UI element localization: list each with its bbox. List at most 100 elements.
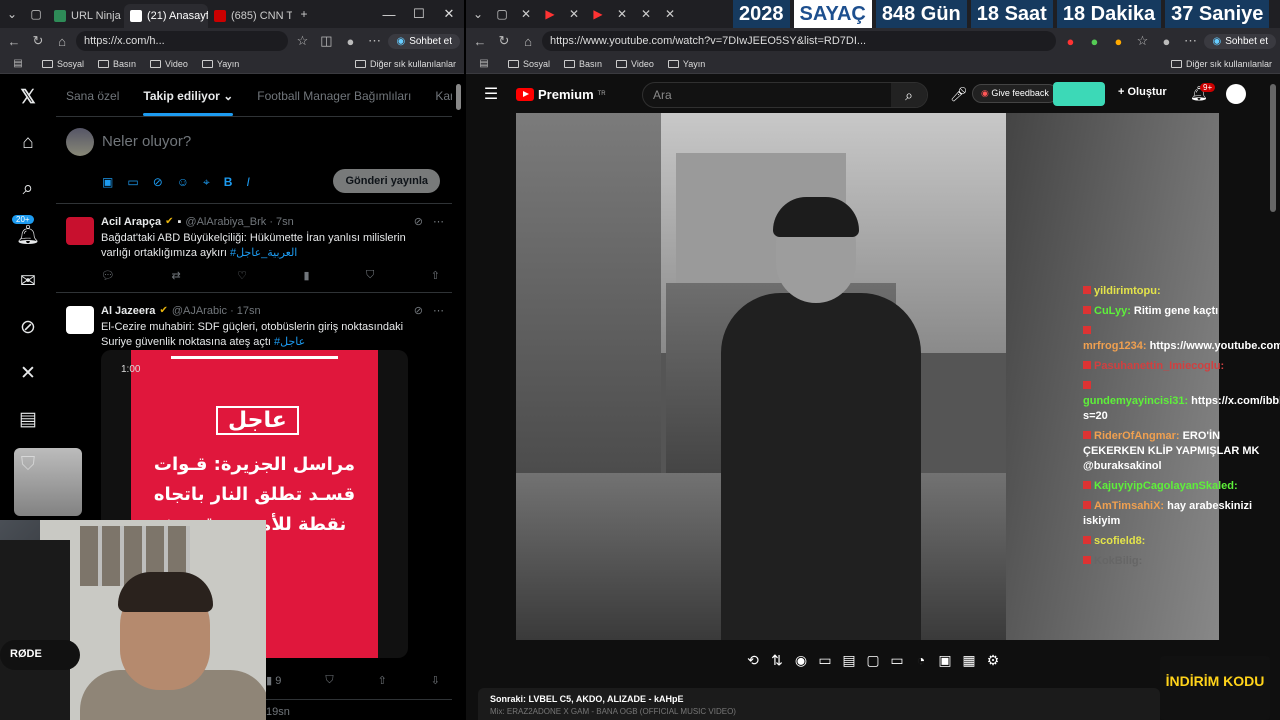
image-icon[interactable]: ▣ [102,175,113,190]
tab-favicon-icon[interactable]: ✕ [514,7,538,21]
subtitles-icon[interactable]: ▭ [817,652,833,669]
grok-icon[interactable]: ⊘ [414,215,423,228]
youtube-logo[interactable]: Premium TR [516,87,606,102]
lists-icon[interactable]: ▤ [16,407,40,431]
pip-icon[interactable]: ▣ [937,652,953,669]
refresh-icon[interactable]: ↻ [28,33,48,49]
close-window-icon[interactable]: ✕ [434,6,464,22]
bookmark-other[interactable]: Diğer sık kullanılanlar [354,59,456,69]
more-icon[interactable]: ⋯ [364,33,384,49]
tab-favicon-icon[interactable]: ✕ [610,7,634,21]
bookmark-yayin[interactable]: Yayın [667,59,705,69]
grok-icon[interactable]: ⊘ [16,315,40,339]
share-icon[interactable]: ⇧ [378,674,387,687]
tweet-handle[interactable]: @AlArabiya_Brk · 7sn [185,216,293,228]
home-icon[interactable]: ⌂ [518,34,538,49]
more-icon[interactable]: ⋯ [1180,33,1200,49]
views-icon[interactable]: ▮ [303,269,309,282]
share-icon[interactable]: ⇧ [431,269,440,282]
gif-icon[interactable]: ▭ [127,175,138,190]
profile-avatar[interactable]: ● [1156,34,1176,49]
bookmark-basin[interactable]: Basın [564,59,602,69]
avatar[interactable] [66,128,94,156]
collections-icon[interactable]: ▤ [8,58,28,69]
home-icon[interactable]: ⌂ [16,131,40,155]
notifications-icon[interactable]: 🔔︎ 20+ [12,215,40,247]
extension-icon[interactable]: ● [1060,34,1080,49]
youtube-favicon-icon[interactable]: ▶ [586,7,610,21]
tab-favicon-icon[interactable]: ✕ [634,7,658,21]
bookmark-video[interactable]: Video [150,59,188,69]
create-button[interactable]: + Oluştur [1118,86,1167,98]
screenshot-icon[interactable]: ▦ [961,652,977,669]
menu-icon[interactable]: ☰ [466,84,516,104]
reply-icon[interactable]: 💬︎ [101,269,115,282]
tab-cnn[interactable]: (685) CNN TÜ ✕ [208,4,292,28]
refresh-icon[interactable]: ↻ [494,33,514,49]
more-icon[interactable]: ⋯ [433,215,444,228]
bold-icon[interactable]: B [224,175,233,190]
profile-avatar[interactable]: ● [340,34,360,49]
tab-actions-icon[interactable]: ⌄ [466,7,490,21]
hashtag[interactable]: #عاجل [274,336,305,348]
avatar[interactable] [66,217,94,245]
tweet-author[interactable]: Al Jazeera [101,305,155,317]
bookmark-basin[interactable]: Basın [98,59,136,69]
premium-x-icon[interactable]: ✕ [16,361,40,385]
new-tab-icon[interactable]: + [292,7,316,21]
bookmark-other[interactable]: Diğer sık kullanılanlar [1170,59,1272,69]
like-icon[interactable]: ♡ [237,269,247,282]
bookmark-icon[interactable]: ⛉ [325,674,333,687]
bookmark-video[interactable]: Video [616,59,654,69]
settings-icon[interactable]: ⚙ [985,652,1001,669]
compose-input[interactable]: Neler oluyor? [102,133,191,150]
tab-football-manager[interactable]: Football Manager Bağımlıları [257,89,411,103]
scrollbar[interactable] [456,84,461,110]
tweet[interactable]: Acil Arapça ✔ ▪ @AlArabiya_Brk · 7sn ⊘ ⋯… [56,205,452,293]
voice-search-icon[interactable]: 🎤︎ [950,86,968,103]
more-icon[interactable]: ⋯ [433,304,444,317]
theater-icon[interactable]: ▭ [889,652,905,669]
tab-actions-icon[interactable]: ⌄ [0,7,24,21]
tab-kardes[interactable]: Kardeş [435,89,452,103]
back-icon[interactable]: ← [470,34,490,49]
minimize-icon[interactable]: — [374,7,404,22]
video-progress-bar[interactable] [171,356,338,359]
tab-favicon-icon[interactable]: ✕ [562,7,586,21]
url-input[interactable]: https://www.youtube.com/watch?v=7DIwJEEO… [542,31,1057,51]
workspaces-icon[interactable]: ▢ [490,7,514,21]
views-count[interactable]: ▮ 9 [266,674,281,687]
collections-icon[interactable]: ▤ [474,58,494,69]
emoji-icon[interactable]: ☺ [177,175,189,190]
avatar[interactable] [66,306,94,334]
download-icon[interactable]: ⇩ [431,674,440,687]
split-screen-icon[interactable]: ◫ [316,33,336,49]
give-feedback-button[interactable]: ◉ Give feedback [972,84,1058,103]
search-icon[interactable]: ⌕ [891,83,927,107]
crop-icon[interactable]: ▢ [865,652,881,669]
extension-toggle[interactable] [1053,82,1105,106]
cast-icon[interactable]: ◉ [793,652,809,669]
grok-icon[interactable]: ⊘ [153,175,163,190]
search-input[interactable]: Ara ⌕ [642,82,928,108]
favorites-star-icon[interactable]: ☆ [292,33,312,49]
workspaces-icon[interactable]: ▢ [24,7,48,21]
extension-icon[interactable]: ● [1108,34,1128,49]
bookmark-yayin[interactable]: Yayın [201,59,239,69]
speed-icon[interactable]: ◔ [913,652,929,668]
tab-x-home[interactable]: (21) Anasayfa ✕ [124,4,208,28]
tab-url-ninja[interactable]: URL Ninja (45) ✕ [48,4,124,28]
grok-icon[interactable]: ⊘ [414,304,423,317]
copilot-button[interactable]: ◉ Sohbet et [1204,33,1276,49]
maximize-icon[interactable]: ☐ [404,6,434,22]
avatar[interactable] [1226,84,1246,104]
retweet-icon[interactable]: ⇄ [171,269,180,282]
hashtag[interactable]: #العربية_عاجل [230,247,297,259]
tab-favicon-icon[interactable]: ✕ [658,7,682,21]
tab-for-you[interactable]: Sana özel [66,89,119,103]
scrollbar[interactable] [1270,84,1276,212]
bookmark-sosyal[interactable]: Sosyal [508,59,550,69]
sort-icon[interactable]: ⇅ [769,652,785,669]
up-next-panel[interactable]: Sonraki: LVBEL C5, AKDO, ALIZADE - kAHpE… [478,688,1160,720]
loop-icon[interactable]: ⟲ [745,652,761,669]
